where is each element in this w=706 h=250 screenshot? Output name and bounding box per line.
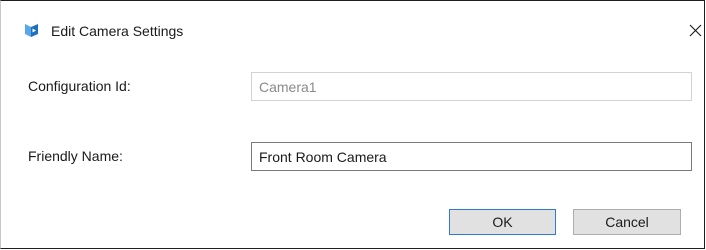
friendly-name-field[interactable]: [251, 142, 692, 171]
edit-camera-dialog: Edit Camera Settings Configuration Id: F…: [0, 0, 705, 249]
cancel-button[interactable]: Cancel: [573, 209, 681, 235]
close-button[interactable]: [684, 19, 706, 43]
ok-button[interactable]: OK: [449, 209, 556, 235]
friendly-name-label: Friendly Name:: [28, 148, 123, 164]
dialog-title: Edit Camera Settings: [51, 23, 184, 39]
configuration-id-label: Configuration Id:: [28, 78, 131, 94]
configuration-id-field: [251, 72, 692, 101]
close-icon: [689, 24, 702, 37]
app-logo-icon: [24, 23, 39, 38]
